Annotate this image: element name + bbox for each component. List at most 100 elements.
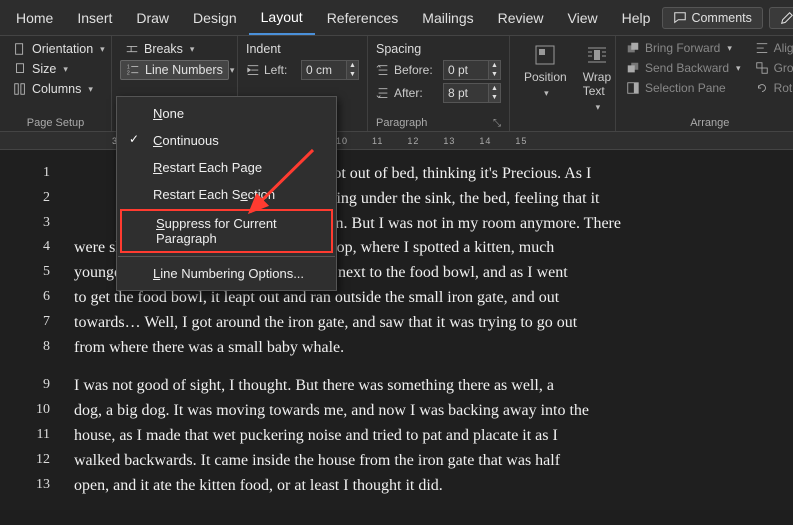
paragraph-label: Paragraph ⤡ [376, 115, 501, 129]
menu-suppress-paragraph[interactable]: Suppress for Current Paragraph [120, 209, 333, 253]
line-text[interactable]: I was not good of sight, I thought. But … [74, 374, 763, 399]
spin-up[interactable]: ▲ [489, 61, 500, 70]
position-button[interactable]: Position ▾ [518, 40, 573, 117]
spacing-after-label: After: [394, 86, 439, 100]
line-number: 7 [30, 311, 74, 336]
spacing-before-value[interactable]: 0 pt [444, 61, 488, 79]
orientation-button[interactable]: Orientation ▾ [8, 40, 103, 58]
indent-left-label: Left: [264, 63, 297, 77]
text-line[interactable]: 11house, as I made that wet puckering no… [30, 424, 763, 449]
spin-up[interactable]: ▲ [347, 61, 358, 70]
line-text[interactable]: from where there was a small baby whale. [74, 336, 763, 361]
spacing-before-label: Before: [394, 63, 439, 77]
group-position-wrap: Position ▾ Wrap Text ▾ [510, 36, 616, 131]
comments-button[interactable]: Comments [662, 7, 762, 29]
tab-references[interactable]: References [315, 2, 411, 34]
line-numbers-menu: None Continuous Restart Each Page Restar… [116, 96, 337, 291]
spacing-after-spinner[interactable]: 8 pt ▲▼ [443, 83, 501, 103]
line-number: 6 [30, 286, 74, 311]
chevron-down-icon: ▾ [596, 102, 601, 113]
text-line[interactable]: 12walked backwards. It came inside the h… [30, 449, 763, 474]
group-icon [755, 61, 769, 75]
comment-icon [673, 11, 687, 25]
paragraph-2[interactable]: 9I was not good of sight, I thought. But… [30, 374, 763, 498]
tab-layout[interactable]: Layout [249, 1, 315, 35]
tabs-list: Home Insert Draw Design Layout Reference… [4, 1, 662, 35]
tab-view[interactable]: View [556, 2, 610, 34]
tab-design[interactable]: Design [181, 2, 249, 34]
send-backward-icon [626, 61, 640, 75]
tab-home[interactable]: Home [4, 2, 65, 34]
indent-left-value[interactable]: 0 cm [302, 61, 346, 79]
menu-line-numbering-options[interactable]: Line Numbering Options... [117, 260, 336, 287]
svg-text:2: 2 [127, 70, 130, 76]
menu-restart-page[interactable]: Restart Each Page [117, 154, 336, 181]
indent-left-icon [246, 63, 260, 77]
align-icon [755, 41, 769, 55]
main-tabs: Home Insert Draw Design Layout Reference… [0, 0, 793, 36]
text-line[interactable]: 8from where there was a small baby whale… [30, 336, 763, 361]
spacing-before-icon [376, 63, 390, 77]
text-line[interactable]: 7towards… Well, I got around the iron ga… [30, 311, 763, 336]
tab-help[interactable]: Help [610, 2, 663, 34]
spin-down[interactable]: ▼ [489, 93, 500, 102]
line-number: 13 [30, 474, 74, 499]
pencil-icon [780, 11, 793, 25]
spacing-after-icon [376, 86, 390, 100]
selection-pane-button[interactable]: Selection Pane [624, 80, 743, 96]
group-spacing: Spacing Before: 0 pt ▲▼ After: 8 pt ▲▼ P… [368, 36, 510, 131]
align-button[interactable]: Alig [753, 40, 793, 56]
chevron-down-icon: ▾ [100, 44, 105, 55]
editing-button[interactable]: Editing ▾ [769, 7, 793, 29]
spacing-header: Spacing [376, 40, 501, 60]
text-line[interactable]: 13open, and it ate the kitten food, or a… [30, 474, 763, 499]
columns-button[interactable]: Columns ▾ [8, 80, 103, 98]
chevron-down-icon: ▾ [544, 88, 549, 99]
tabs-actions: Comments Editing ▾ [662, 7, 793, 29]
group-arrange: Bring Forward ▾ Send Backward ▾ Selectio… [616, 36, 793, 131]
line-text[interactable]: house, as I made that wet puckering nois… [74, 424, 763, 449]
selection-pane-icon [626, 81, 640, 95]
text-line[interactable]: 9I was not good of sight, I thought. But… [30, 374, 763, 399]
line-number: 3 [30, 212, 74, 237]
spacing-after-value[interactable]: 8 pt [444, 84, 488, 102]
text-line[interactable]: 10dog, a big dog. It was moving towards … [30, 399, 763, 424]
bring-forward-icon [626, 41, 640, 55]
line-text[interactable]: dog, a big dog. It was moving towards me… [74, 399, 763, 424]
wrap-text-icon [586, 44, 608, 66]
rotate-button[interactable]: Rot [753, 80, 793, 96]
line-text[interactable]: walked backwards. It came inside the hou… [74, 449, 763, 474]
rotate-icon [755, 81, 769, 95]
menu-none[interactable]: None [117, 100, 336, 127]
svg-text:1: 1 [127, 64, 130, 70]
spin-down[interactable]: ▼ [347, 70, 358, 79]
line-numbers-label: Line Numbers [145, 63, 223, 77]
tab-insert[interactable]: Insert [65, 2, 124, 34]
spacing-before-spinner[interactable]: 0 pt ▲▼ [443, 60, 501, 80]
arrange-label: Arrange [624, 115, 793, 129]
send-backward-button[interactable]: Send Backward ▾ [624, 60, 743, 76]
line-text[interactable]: open, and it ate the kitten food, or at … [74, 474, 763, 499]
line-number: 2 [30, 187, 74, 212]
line-text[interactable]: towards… Well, I got around the iron gat… [74, 311, 763, 336]
orientation-label: Orientation [32, 42, 93, 56]
group-objects-button[interactable]: Gro [753, 60, 793, 76]
menu-restart-section[interactable]: Restart Each Section [117, 181, 336, 208]
size-button[interactable]: Size ▾ [8, 60, 103, 78]
line-numbers-button[interactable]: 12 Line Numbers ▾ [120, 60, 229, 80]
spin-up[interactable]: ▲ [489, 84, 500, 93]
menu-continuous[interactable]: Continuous [117, 127, 336, 154]
page-setup-label: Page Setup [8, 115, 103, 129]
wrap-text-button[interactable]: Wrap Text ▾ [577, 40, 617, 117]
chevron-down-icon: ▾ [88, 84, 93, 95]
line-number: 10 [30, 399, 74, 424]
tab-draw[interactable]: Draw [124, 2, 181, 34]
tab-mailings[interactable]: Mailings [410, 2, 485, 34]
tab-review[interactable]: Review [486, 2, 556, 34]
bring-forward-button[interactable]: Bring Forward ▾ [624, 40, 743, 56]
dialog-launcher-icon[interactable]: ⤡ [493, 118, 501, 129]
indent-left-spinner[interactable]: 0 cm ▲▼ [301, 60, 359, 80]
breaks-button[interactable]: Breaks ▾ [120, 40, 229, 58]
chevron-down-icon: ▾ [736, 63, 741, 74]
spin-down[interactable]: ▼ [489, 70, 500, 79]
